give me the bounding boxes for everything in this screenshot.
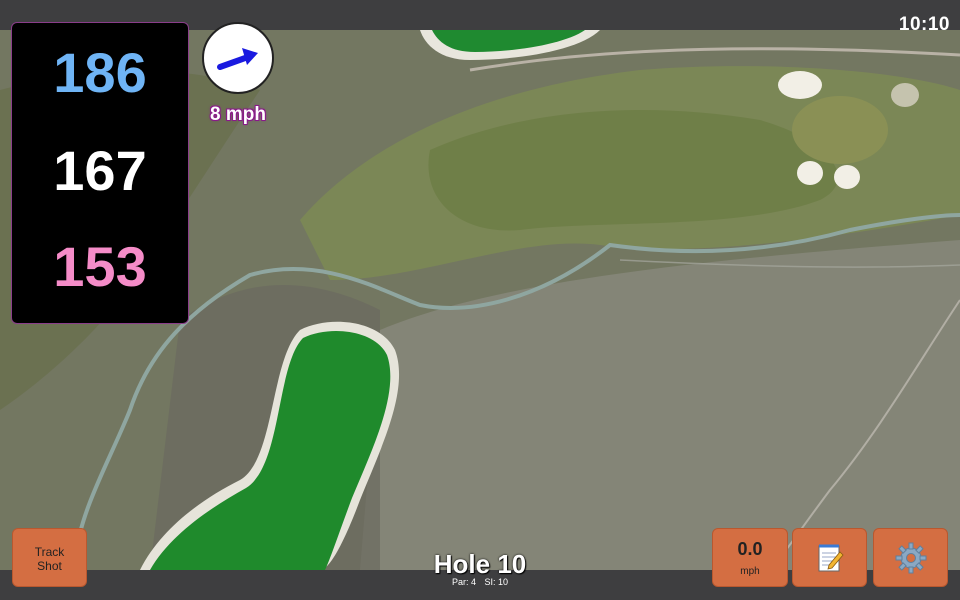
speed-button[interactable]: 0.0 mph (712, 528, 788, 587)
notes-button[interactable] (792, 528, 867, 587)
front-distance: 153 (53, 235, 147, 298)
track-shot-button[interactable]: Track Shot (12, 528, 87, 587)
settings-button[interactable] (873, 528, 948, 587)
gear-icon (895, 542, 926, 573)
status-time: 10:10 (898, 14, 950, 35)
wind-speed-label: 8 mph (210, 104, 266, 125)
track-shot-label-line1: Track (34, 545, 65, 559)
middle-distance: 167 (53, 139, 147, 202)
distance-panel: 186 167 153 (11, 22, 189, 324)
wind-direction-arrow-icon (217, 48, 258, 70)
wind-indicator (202, 22, 274, 94)
hole-par: Par: 4 (451, 577, 476, 587)
notepad-icon (818, 544, 844, 571)
track-shot-label-line2: Shot (37, 559, 62, 573)
speed-value: 0.0 (737, 539, 763, 559)
hole-title: Hole 10 (433, 549, 527, 579)
hole-details: Par: 4 SI: 10 (380, 577, 580, 587)
hole-stroke-index: SI: 10 (484, 577, 509, 587)
back-distance: 186 (53, 41, 147, 104)
speed-unit: mph (740, 566, 760, 577)
